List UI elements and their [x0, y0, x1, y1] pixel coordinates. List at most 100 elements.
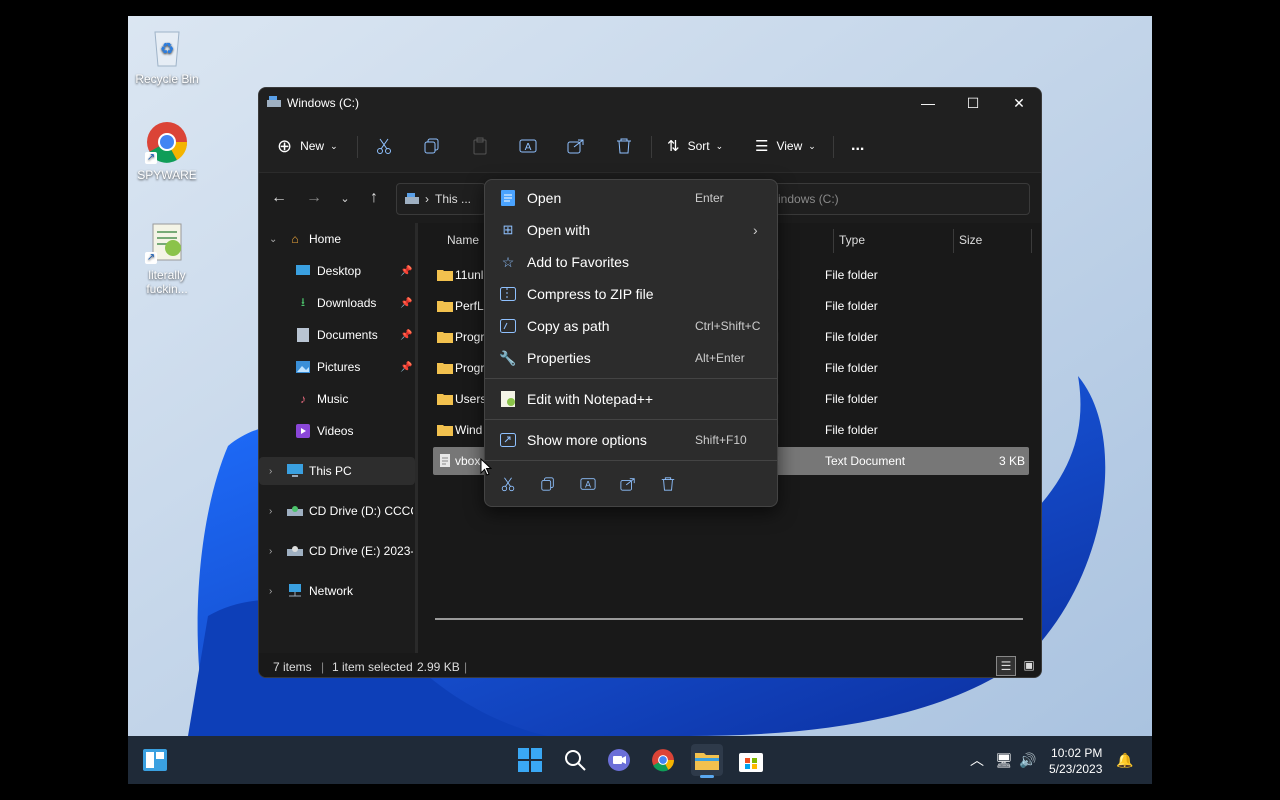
nav-item-this-pc[interactable]: › This PC	[259, 457, 415, 485]
nav-item-downloads[interactable]: ⭳ Downloads 📌	[259, 289, 415, 317]
windows-logo-icon	[518, 748, 542, 772]
close-button[interactable]: ✕	[996, 88, 1041, 118]
notification-button[interactable]: 🔔	[1109, 744, 1141, 776]
details-view-button[interactable]: ☰	[996, 656, 1016, 676]
nav-desktop-label: Desktop	[317, 264, 362, 278]
menu-item-properties[interactable]: 🔧 Properties Alt+Enter	[489, 342, 773, 374]
start-button[interactable]	[514, 744, 546, 776]
menu-item-open-with[interactable]: ⊞ Open with ›	[489, 214, 773, 246]
chevron-right-icon: ›	[269, 505, 273, 517]
network-icon	[287, 583, 303, 599]
file-name: vbox	[455, 454, 481, 468]
delete-button[interactable]	[615, 130, 633, 162]
share-button[interactable]	[567, 130, 585, 162]
widgets-button[interactable]	[139, 744, 171, 776]
new-button[interactable]: ⊕ New ⌄	[277, 130, 338, 162]
rename-icon: A	[580, 478, 596, 491]
column-header-type[interactable]: Type	[839, 233, 865, 247]
search-box[interactable]: indows (C:)	[757, 183, 1030, 215]
chrome-shortcut-icon[interactable]: ↗ SPYWARE	[128, 120, 207, 182]
pane-splitter[interactable]	[415, 223, 418, 653]
forward-button[interactable]: →	[302, 185, 326, 211]
notepadpp-shortcut-icon[interactable]: ↗ literally fuckin...	[128, 220, 207, 296]
column-header-name[interactable]: Name	[447, 233, 479, 247]
menu-item-show-more[interactable]: Show more options Shift+F10	[489, 424, 773, 456]
menu-label: Open with	[527, 222, 591, 238]
horizontal-scrollbar[interactable]	[435, 618, 1023, 620]
teams-chat-button[interactable]	[603, 744, 635, 776]
sort-button[interactable]: ⇅ Sort ⌄	[667, 130, 723, 162]
back-button[interactable]: ←	[267, 185, 291, 211]
more-options-button[interactable]: ...	[851, 130, 864, 162]
file-type: Text Document	[825, 454, 906, 468]
nav-item-videos[interactable]: Videos	[259, 417, 415, 445]
recent-locations-button[interactable]: ⌄	[333, 185, 357, 211]
copy-icon	[424, 138, 439, 154]
quick-delete-button[interactable]	[656, 472, 680, 496]
menu-label: Copy as path	[527, 318, 610, 334]
toolbar-separator	[357, 136, 358, 158]
folder-icon	[437, 332, 453, 343]
quick-copy-button[interactable]	[536, 472, 560, 496]
column-divider[interactable]	[953, 229, 954, 253]
chrome-taskbar-button[interactable]	[647, 744, 679, 776]
cut-button[interactable]	[375, 130, 393, 162]
selected-size: 2.99 KB	[417, 660, 460, 674]
nav-item-music[interactable]: ♪ Music	[259, 385, 415, 413]
column-divider[interactable]	[833, 229, 834, 253]
file-type: File folder	[825, 299, 878, 313]
nav-item-cd-drive-d[interactable]: › CD Drive (D:) CCCO	[259, 497, 415, 525]
paste-button[interactable]	[471, 130, 489, 162]
taskbar-clock[interactable]: 10:02 PM 5/23/2023	[1049, 745, 1102, 777]
maximize-button[interactable]: ☐	[950, 88, 996, 118]
nav-item-cd-drive-e[interactable]: › CD Drive (E:) 2023-0	[259, 537, 415, 565]
scissors-icon	[377, 138, 391, 154]
home-icon: ⌂	[291, 232, 299, 246]
chevron-down-icon: ⌄	[330, 140, 338, 151]
column-divider[interactable]	[1031, 229, 1032, 253]
trash-icon	[661, 477, 675, 491]
new-label: New	[300, 139, 325, 153]
menu-separator	[485, 460, 777, 461]
menu-item-add-favorites[interactable]: ☆ Add to Favorites	[489, 246, 773, 278]
up-button[interactable]: ↑	[362, 185, 386, 211]
file-explorer-taskbar-button[interactable]	[691, 744, 723, 778]
address-bar[interactable]: › This ...	[396, 183, 486, 215]
view-button[interactable]: ☰ View ⌄	[755, 130, 816, 162]
store-taskbar-button[interactable]	[735, 744, 767, 776]
large-icons-view-button[interactable]: ▣	[1019, 656, 1039, 676]
quick-rename-button[interactable]: A	[576, 472, 600, 496]
desktop-screen: ♻ Recycle Bin ↗ SPYWARE ↗ literally fuck…	[128, 16, 1152, 784]
item-count: 7 items	[273, 660, 312, 674]
search-button[interactable]	[559, 744, 591, 776]
nav-item-pictures[interactable]: Pictures 📌	[259, 353, 415, 381]
rename-button[interactable]: A	[519, 130, 537, 162]
music-icon: ♪	[300, 392, 306, 406]
title-bar[interactable]: Windows (C:) — ☐ ✕	[259, 88, 1041, 118]
quick-cut-button[interactable]	[496, 472, 520, 496]
file-type: File folder	[825, 361, 878, 375]
nav-item-desktop[interactable]: Desktop 📌	[259, 257, 415, 285]
minimize-button[interactable]: —	[905, 88, 951, 118]
active-indicator	[700, 775, 714, 778]
nav-home-label: Home	[309, 232, 342, 246]
more-options-icon	[499, 431, 517, 449]
file-type: File folder	[825, 423, 878, 437]
menu-item-compress-zip[interactable]: Compress to ZIP file	[489, 278, 773, 310]
nav-item-home[interactable]: ⌄ ⌂ Home	[259, 225, 415, 253]
drive-icon	[405, 193, 419, 204]
menu-item-open[interactable]: Open Enter	[489, 182, 773, 214]
quick-share-button[interactable]	[616, 472, 640, 496]
window-title: Windows (C:)	[287, 96, 360, 110]
recycle-bin-icon[interactable]: ♻ Recycle Bin	[128, 24, 207, 86]
volume-tray-icon[interactable]: 🔊	[1012, 744, 1044, 776]
column-header-size[interactable]: Size	[959, 233, 982, 247]
menu-label: Compress to ZIP file	[527, 286, 654, 302]
menu-item-edit-notepadpp[interactable]: Edit with Notepad++	[489, 383, 773, 415]
copy-button[interactable]	[423, 130, 441, 162]
nav-item-documents[interactable]: Documents 📌	[259, 321, 415, 349]
svg-text:A: A	[525, 142, 532, 153]
menu-item-copy-path[interactable]: Copy as path Ctrl+Shift+C	[489, 310, 773, 342]
nav-item-network[interactable]: › Network	[259, 577, 415, 605]
desktop-icon	[295, 263, 311, 279]
